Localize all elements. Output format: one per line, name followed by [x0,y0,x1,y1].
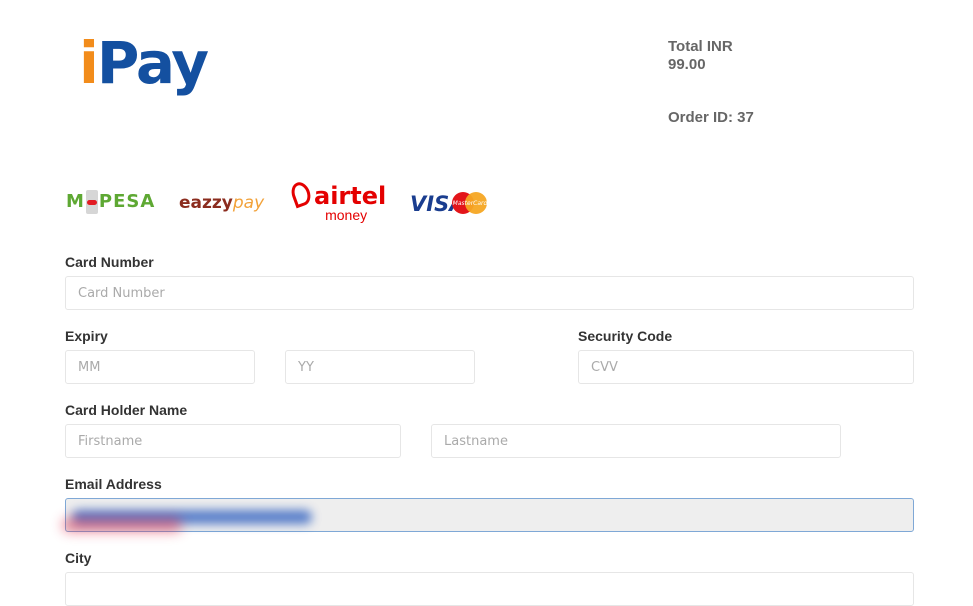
email-input[interactable] [65,498,914,532]
eazzy-text: eazzy [179,193,233,213]
mpesa-m: M [66,191,85,212]
cvv-input[interactable] [578,350,914,384]
payment-providers: M PESA eazzypay airtel money VISA MasterC… [66,179,506,230]
mastercard-text: MasterCard [452,200,488,207]
total-amount: 99.00 [668,56,706,73]
lastname-input[interactable] [431,424,841,458]
city-input[interactable] [65,572,914,606]
card-holder-label: Card Holder Name [65,402,188,418]
total-label: Total INR [668,38,733,55]
expiry-month-input[interactable] [65,350,255,384]
ipay-logo: iPay [79,34,209,92]
expiry-label: Expiry [65,328,108,344]
order-id: Order ID: 37 [668,109,754,126]
firstname-input[interactable] [65,424,401,458]
airtel-money-logo[interactable]: airtel money [288,179,387,223]
logo-i: i [79,29,99,97]
city-label: City [65,550,92,566]
airtel-swirl-icon [288,179,314,209]
logo-pay: Pay [96,29,209,97]
mpesa-text: PESA [98,191,156,212]
security-code-label: Security Code [578,328,673,344]
airtel-money-text: money [325,207,368,223]
order-summary: Total INR 99.00 Order ID: 37 [668,38,754,127]
mastercard-logo[interactable]: MasterCard [452,186,488,220]
mpesa-logo[interactable]: M PESA [66,190,155,214]
eazzy-pay-text: pay [232,193,265,213]
eazzypay-logo[interactable]: eazzypay [179,193,264,213]
expiry-year-input[interactable] [285,350,475,384]
card-number-input[interactable] [65,276,914,310]
card-number-label: Card Number [65,254,154,270]
phone-icon [85,190,98,214]
airtel-text: airtel [314,182,387,210]
email-label: Email Address [65,476,162,492]
